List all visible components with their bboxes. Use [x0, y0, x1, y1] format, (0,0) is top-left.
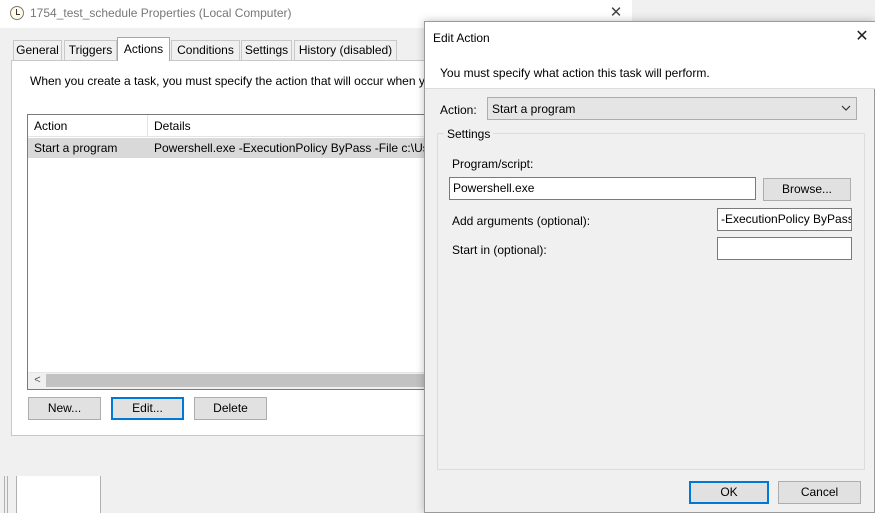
column-divider[interactable] — [147, 115, 148, 137]
browse-button[interactable]: Browse... — [763, 178, 851, 201]
new-button[interactable]: New... — [28, 397, 101, 420]
dialog-message: You must specify what action this task w… — [440, 66, 710, 80]
start-in-label: Start in (optional): — [452, 243, 547, 257]
tab-triggers[interactable]: Triggers — [64, 40, 117, 60]
chevron-down-icon[interactable] — [838, 99, 854, 117]
arguments-label: Add arguments (optional): — [452, 214, 591, 228]
ok-button[interactable]: OK — [689, 481, 769, 504]
clock-icon — [10, 6, 24, 20]
background-divider — [4, 476, 8, 513]
column-header-action[interactable]: Action — [34, 119, 67, 133]
program-script-label: Program/script: — [452, 157, 534, 171]
background-panel — [16, 476, 101, 513]
action-label: Action: — [440, 103, 477, 117]
scrollbar-thumb[interactable] — [46, 374, 426, 387]
program-script-field[interactable]: Powershell.exe — [449, 177, 756, 200]
edit-button[interactable]: Edit... — [111, 397, 184, 420]
dialog-titlebar — [425, 22, 875, 53]
column-header-details[interactable]: Details — [154, 119, 191, 133]
scroll-left-arrow-icon[interactable]: < — [29, 373, 46, 388]
tab-settings[interactable]: Settings — [241, 40, 292, 60]
close-icon[interactable]: ✕ — [607, 4, 625, 22]
delete-button[interactable]: Delete — [194, 397, 267, 420]
tab-general[interactable]: General — [13, 40, 62, 60]
cancel-button[interactable]: Cancel — [778, 481, 861, 504]
tab-conditions[interactable]: Conditions — [171, 40, 240, 60]
action-dropdown-value: Start a program — [492, 102, 576, 116]
row-details-cell: Powershell.exe -ExecutionPolicy ByPass -… — [154, 141, 426, 155]
start-in-field[interactable] — [717, 237, 852, 260]
row-action-cell: Start a program — [34, 141, 118, 155]
properties-title: 1754_test_schedule Properties (Local Com… — [30, 6, 292, 20]
actions-list-header — [28, 115, 427, 137]
tab-actions[interactable]: Actions — [117, 37, 170, 61]
arguments-field[interactable]: -ExecutionPolicy ByPass — [717, 208, 852, 231]
tab-history[interactable]: History (disabled) — [294, 40, 397, 60]
actions-intro-text: When you create a task, you must specify… — [30, 74, 425, 88]
settings-group-label: Settings — [444, 127, 494, 141]
dialog-title: Edit Action — [433, 31, 490, 45]
close-icon[interactable]: ✕ — [853, 28, 871, 46]
